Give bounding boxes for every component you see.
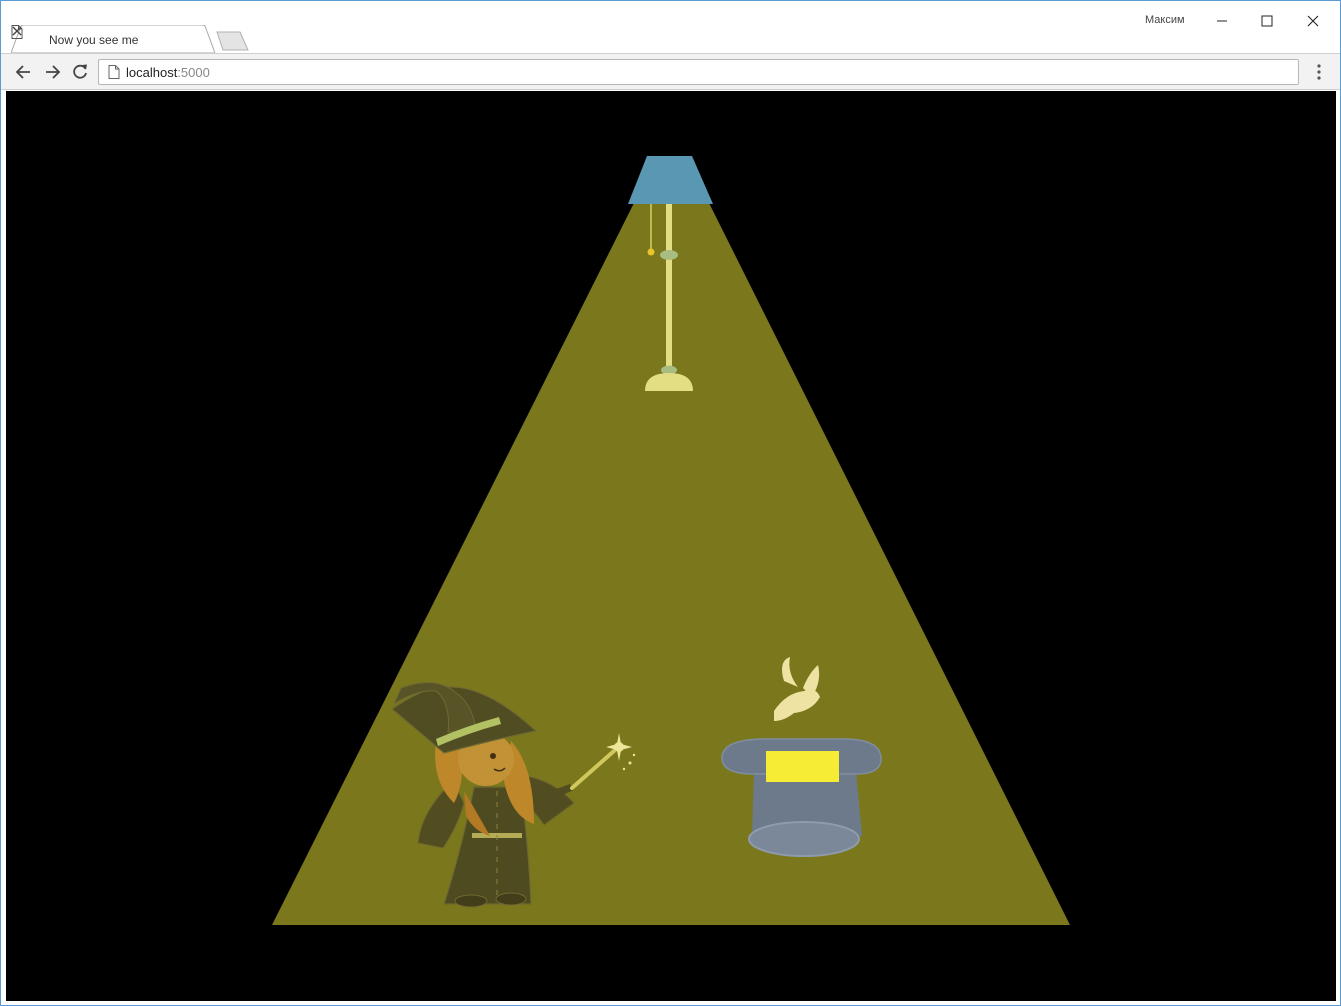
- url-port: :5000: [177, 65, 210, 80]
- witch-boot-right: [495, 892, 527, 906]
- wand-sparkle-dot: [622, 767, 626, 771]
- dove-head: [810, 691, 818, 699]
- arrow-left-icon[interactable]: [14, 62, 34, 82]
- browser-toolbar: localhost:5000: [1, 53, 1340, 90]
- title-bar: Now you see me Максим: [1, 1, 1340, 53]
- lamp-joint-upper: [660, 250, 678, 260]
- new-tab-button[interactable]: [213, 31, 251, 51]
- window-close-icon[interactable]: [1303, 11, 1323, 31]
- url-host: localhost: [126, 65, 178, 80]
- address-bar[interactable]: localhost:5000: [98, 59, 1299, 85]
- reload-icon[interactable]: [70, 62, 90, 82]
- magic-scene: [6, 91, 1336, 1001]
- witch-eye: [490, 753, 496, 759]
- minimize-icon[interactable]: [1212, 11, 1232, 31]
- hat-opening: [748, 821, 860, 857]
- profile-name[interactable]: Максим: [1145, 14, 1185, 26]
- wand-sparkle-dot: [632, 753, 636, 757]
- lamp-pull-knob[interactable]: [647, 248, 655, 256]
- witch-boot-left: [454, 894, 488, 908]
- close-icon[interactable]: [11, 25, 23, 37]
- kebab-menu-icon[interactable]: [1309, 62, 1329, 82]
- maximize-icon[interactable]: [1257, 11, 1277, 31]
- tab-now-you-see-me[interactable]: Now you see me: [11, 25, 215, 53]
- wand-sparkle-dot: [628, 761, 632, 765]
- page-viewport: [6, 91, 1336, 1001]
- tab-title: Now you see me: [49, 33, 139, 47]
- url-text: localhost:5000: [126, 65, 210, 80]
- arrow-right-icon[interactable]: [42, 62, 62, 82]
- page-icon: [108, 65, 120, 79]
- hat-band: [766, 751, 839, 782]
- browser-window: Now you see me Максим localhost:5000: [0, 0, 1341, 1006]
- lamp-pole: [666, 204, 672, 374]
